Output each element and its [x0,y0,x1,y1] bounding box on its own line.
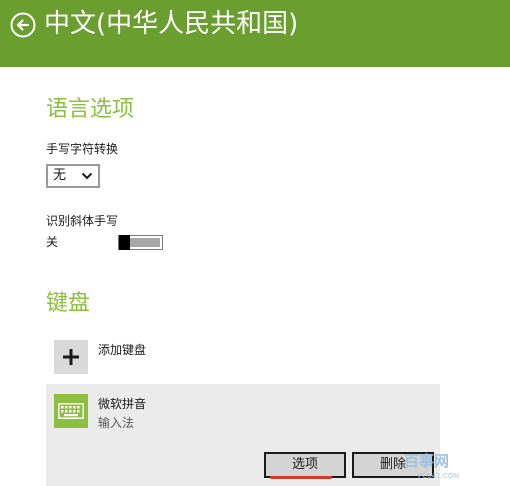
plus-icon [63,349,79,365]
keyboard-name: 微软拼音 [98,397,147,411]
add-keyboard-button[interactable] [54,340,88,374]
back-button[interactable] [10,12,36,38]
toggle-track-fill [130,238,160,247]
keyboard-subtitle: 输入法 [98,416,135,430]
keyboards-heading: 键盘 [46,291,91,316]
italic-handwriting-state: 关 [46,235,59,249]
keyboard-item-microsoft-pinyin[interactable]: 微软拼音 输入法 选项 删除 [46,384,440,486]
handwriting-conversion-value: 无 [53,168,67,183]
handwriting-conversion-select[interactable]: 无 [46,164,100,188]
italic-handwriting-label: 识别斜体手写 [46,214,119,228]
watermark-url: PC841.COM [418,472,460,480]
add-keyboard-label[interactable]: 添加键盘 [98,342,146,358]
handwriting-conversion-label: 手写字符转换 [46,142,119,156]
page-title: 中文(中华人民共和国) [44,9,299,39]
keyboard-icon [54,394,88,428]
language-options-heading: 语言选项 [46,97,135,122]
header-bar: 中文(中华人民共和国) [0,0,510,67]
back-arrow-icon [10,12,36,38]
highlight-underline [270,476,332,479]
italic-handwriting-toggle[interactable] [118,235,163,250]
keyboard-options-button[interactable]: 选项 [264,452,346,478]
watermark: 百事网 [404,452,450,470]
chevron-down-icon [81,172,93,180]
toggle-thumb[interactable] [119,235,130,250]
